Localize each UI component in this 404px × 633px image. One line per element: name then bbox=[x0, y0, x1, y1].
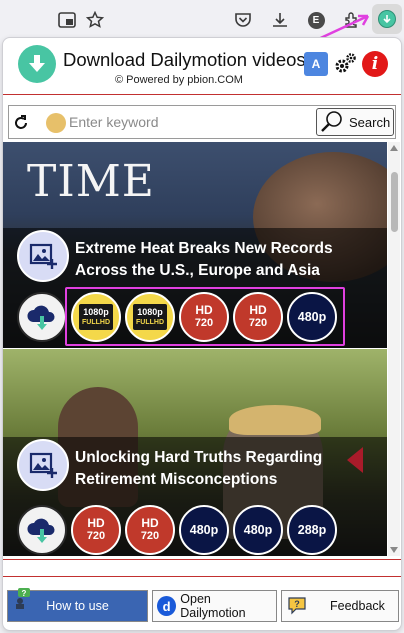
fullhd-badge: 1080p FULLHD bbox=[79, 304, 113, 330]
quality-label: HD bbox=[141, 516, 159, 530]
download-288p-button[interactable]: 288p bbox=[287, 505, 337, 555]
search-bar: Search bbox=[8, 105, 396, 139]
quality-label: 480p bbox=[189, 523, 219, 537]
how-to-use-label: How to use bbox=[46, 599, 109, 613]
download-hd-720-button[interactable]: HD 720 bbox=[71, 505, 121, 555]
video-list: TIME Extreme Heat Breaks New Records Acr… bbox=[3, 142, 387, 556]
quality-label: 1080p bbox=[83, 307, 109, 317]
pocket-icon[interactable] bbox=[233, 10, 253, 30]
quality-label: HD bbox=[87, 516, 105, 530]
popup-header: Download Dailymotion videos © Powered by… bbox=[3, 38, 401, 92]
feedback-button[interactable]: ? Feedback bbox=[281, 590, 399, 622]
thumbnail-brand-text: TIME bbox=[27, 156, 155, 207]
help-question-icon: ? bbox=[16, 588, 30, 609]
download-thumbnail-button[interactable] bbox=[17, 439, 69, 491]
translate-icon[interactable]: A bbox=[304, 52, 328, 76]
svg-text:?: ? bbox=[294, 599, 300, 609]
download-480p-button[interactable]: 480p bbox=[233, 505, 283, 555]
download-hd-720-button[interactable]: HD 720 bbox=[125, 505, 175, 555]
search-button[interactable]: Search bbox=[316, 108, 394, 136]
popup-footer: ? How to use d Open Dailymotion ? Feedba… bbox=[3, 588, 401, 628]
open-dailymotion-label: Open Dailymotion bbox=[180, 592, 246, 620]
quality-sublabel: 720 bbox=[248, 317, 268, 329]
cloud-download-button[interactable] bbox=[17, 292, 67, 342]
quality-sublabel: 720 bbox=[194, 317, 214, 329]
feedback-chat-icon: ? bbox=[286, 594, 310, 618]
image-add-icon bbox=[29, 243, 57, 269]
quality-label: HD bbox=[195, 303, 213, 317]
download-thumbnail-button[interactable] bbox=[17, 230, 69, 282]
dailymotion-icon: d bbox=[157, 596, 177, 616]
quality-sublabel: 720 bbox=[140, 530, 160, 542]
quality-label: 480p bbox=[297, 310, 327, 324]
search-input[interactable] bbox=[69, 111, 309, 133]
extension-popup: Download Dailymotion videos © Powered by… bbox=[2, 37, 402, 631]
quality-label: 1080p bbox=[137, 307, 163, 317]
translate-letter: A bbox=[311, 57, 321, 71]
video-thumbnail-hat bbox=[229, 405, 321, 435]
settings-gear-icon[interactable] bbox=[333, 52, 357, 76]
image-add-icon bbox=[29, 452, 57, 478]
cloud-download-icon bbox=[27, 518, 55, 543]
info-icon[interactable]: i bbox=[362, 51, 388, 77]
scroll-up-arrow-icon[interactable] bbox=[390, 145, 398, 151]
video-card: Unlocking Hard Truths Regarding Retireme… bbox=[3, 349, 387, 556]
download-480p-button[interactable]: 480p bbox=[287, 292, 337, 342]
footer-divider bbox=[3, 576, 401, 577]
quality-label: 480p bbox=[243, 523, 273, 537]
quality-sublabel: FULLHD bbox=[82, 319, 110, 326]
magnifier-icon bbox=[321, 111, 342, 132]
download-icon[interactable] bbox=[270, 10, 290, 30]
scroll-down-arrow-icon[interactable] bbox=[390, 547, 398, 553]
footer-divider bbox=[3, 559, 401, 560]
fullhd-badge: 1080p FULLHD bbox=[133, 304, 167, 330]
header-divider bbox=[3, 94, 401, 95]
keyword-emoji-icon bbox=[46, 113, 66, 133]
video-title: Unlocking Hard Truths Regarding Retireme… bbox=[75, 449, 323, 488]
quality-sublabel: FULLHD bbox=[136, 319, 164, 326]
refresh-icon[interactable] bbox=[12, 114, 30, 132]
download-1080p-fullhd-button[interactable]: 1080p FULLHD bbox=[125, 292, 175, 342]
download-480p-button[interactable]: 480p bbox=[179, 505, 229, 555]
dailymotion-downloader-extension-icon[interactable] bbox=[372, 4, 402, 34]
scroll-thumb[interactable] bbox=[391, 172, 398, 232]
video-card: TIME Extreme Heat Breaks New Records Acr… bbox=[3, 142, 387, 348]
quality-label: 288p bbox=[297, 523, 327, 537]
powered-by-text: © Powered by pbion.COM bbox=[115, 74, 243, 86]
quality-sublabel: 720 bbox=[86, 530, 106, 542]
page-title: Download Dailymotion videos bbox=[63, 49, 306, 70]
download-hd-720-button[interactable]: HD 720 bbox=[179, 292, 229, 342]
extension-download-icon bbox=[378, 10, 396, 28]
search-button-label: Search bbox=[349, 114, 391, 130]
list-scrollbar[interactable] bbox=[388, 142, 400, 556]
video-title: Extreme Heat Breaks New Records Across t… bbox=[75, 240, 333, 279]
download-1080p-fullhd-button[interactable]: 1080p FULLHD bbox=[71, 292, 121, 342]
cloud-download-icon bbox=[27, 305, 55, 330]
quality-label: HD bbox=[249, 303, 267, 317]
download-hd-720-button[interactable]: HD 720 bbox=[233, 292, 283, 342]
svg-text:?: ? bbox=[22, 589, 27, 598]
app-logo-icon bbox=[18, 45, 56, 83]
open-dailymotion-button[interactable]: d Open Dailymotion bbox=[152, 590, 277, 622]
how-to-use-button[interactable]: ? How to use bbox=[7, 588, 148, 622]
bookmark-star-icon[interactable] bbox=[85, 10, 105, 30]
browser-toolbar: E bbox=[0, 0, 404, 44]
picture-in-picture-icon[interactable] bbox=[57, 10, 77, 30]
feedback-label: Feedback bbox=[330, 599, 385, 613]
cloud-download-button[interactable] bbox=[17, 505, 67, 555]
